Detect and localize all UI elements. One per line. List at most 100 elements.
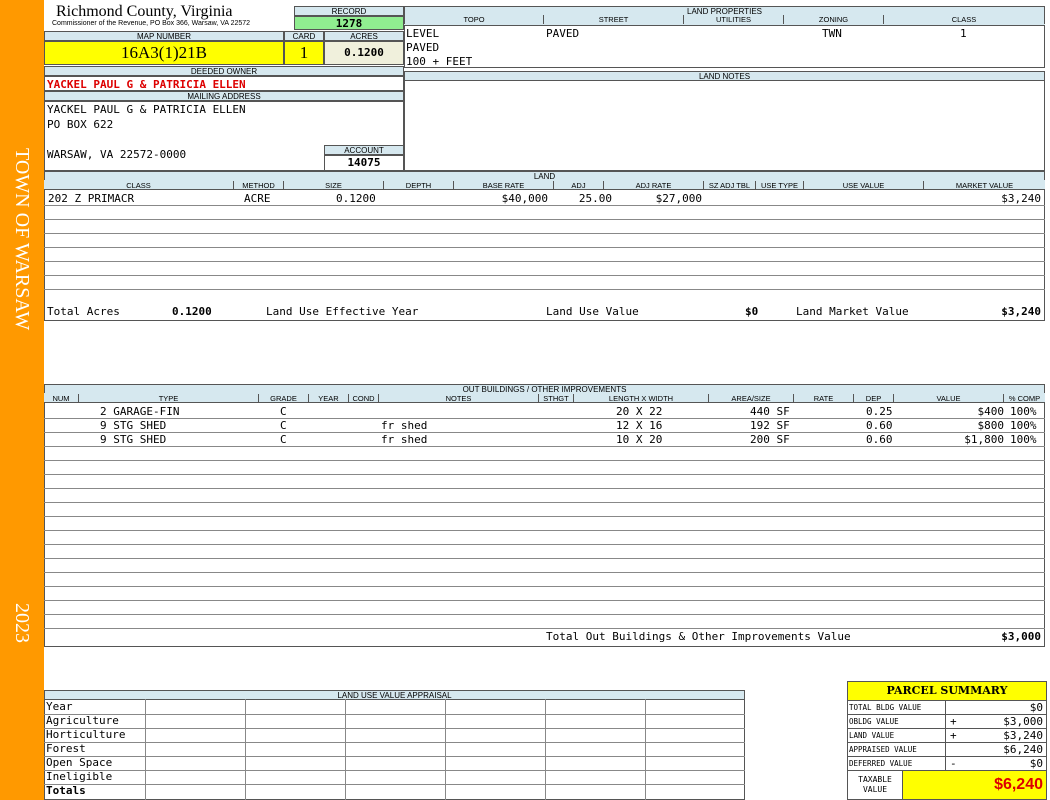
land-row-class: 202 Z PRIMACR bbox=[48, 192, 135, 205]
record-number: 1278 bbox=[294, 16, 404, 30]
land-row-line bbox=[44, 247, 1045, 248]
ob-row-area: 200 SF bbox=[750, 433, 790, 446]
acres-value: 0.1200 bbox=[324, 41, 404, 65]
col-zoning: ZONING bbox=[784, 15, 884, 24]
summary-row-label: TOTAL BLDG VALUE bbox=[848, 701, 946, 714]
county-title: Richmond County, Virginia bbox=[56, 3, 233, 20]
land-row-line bbox=[44, 275, 1045, 276]
ob-row-line bbox=[44, 628, 1045, 629]
ob-row-lw: 10 X 20 bbox=[616, 433, 663, 446]
ob-col-num: NUM bbox=[44, 394, 79, 403]
ob-row-line bbox=[44, 516, 1045, 517]
map-number: 16A3(1)21B bbox=[44, 41, 284, 65]
summary-row: LAND VALUE + $3,240 bbox=[848, 729, 1046, 743]
topo-1: LEVEL bbox=[406, 27, 440, 40]
ob-row-notes: fr shed bbox=[381, 433, 428, 446]
land-row-line bbox=[44, 289, 1045, 290]
land-use-row-label: Totals bbox=[46, 784, 86, 797]
taxable-value: $6,240 bbox=[903, 771, 1046, 799]
ob-row-comp: 100% bbox=[1010, 433, 1037, 446]
summary-row: TOTAL BLDG VALUE $0 bbox=[848, 701, 1046, 715]
ob-col-grade: GRADE bbox=[259, 394, 309, 403]
total-acres-label: Total Acres bbox=[47, 305, 120, 318]
land-col-depth: DEPTH bbox=[384, 181, 454, 190]
ob-row-lw: 20 X 22 bbox=[616, 405, 663, 418]
col-class: CLASS bbox=[884, 15, 1045, 24]
ob-row-grade: C bbox=[280, 419, 287, 432]
land-row-line bbox=[44, 219, 1045, 220]
land-use-row-label: Ineligible bbox=[46, 770, 113, 783]
land-col-use-type: USE TYPE bbox=[756, 181, 804, 190]
col-street: STREET bbox=[544, 15, 684, 24]
summary-row-value: $3,000 bbox=[1003, 715, 1043, 728]
summary-row-sign: + bbox=[950, 729, 957, 742]
ob-row-grade: C bbox=[280, 405, 287, 418]
topo-3: 100 + FEET bbox=[406, 55, 473, 68]
land-row-line bbox=[44, 233, 1045, 234]
land-col-sz-adj: SZ ADJ TBL bbox=[704, 181, 756, 190]
ob-row-line bbox=[44, 572, 1045, 573]
sidebar: TOWN OF WARSAW 2023 bbox=[0, 0, 44, 800]
land-use-col-line bbox=[345, 699, 346, 800]
land-use-row-line bbox=[44, 756, 745, 757]
land-use-row-label: Year bbox=[46, 700, 73, 713]
land-row-method: ACRE bbox=[244, 192, 271, 205]
ob-col-lw: LENGTH X WIDTH bbox=[574, 394, 709, 403]
address-line-1: YACKEL PAUL G & PATRICIA ELLEN bbox=[47, 103, 246, 116]
land-row-line bbox=[44, 205, 1045, 206]
land-col-market-value: MARKET VALUE bbox=[955, 181, 1014, 190]
effective-year-label: Land Use Effective Year bbox=[266, 305, 419, 318]
account-header: ACCOUNT bbox=[324, 145, 404, 155]
summary-row-label: LAND VALUE bbox=[848, 729, 946, 742]
summary-row: OBLDG VALUE + $3,000 bbox=[848, 715, 1046, 729]
ob-col-sthgt: STHGT bbox=[539, 394, 574, 403]
ob-row-area: 192 SF bbox=[750, 419, 790, 432]
land-row-size: 0.1200 bbox=[336, 192, 376, 205]
deeded-owner-header: DEEDED OWNER bbox=[44, 66, 404, 76]
ob-row-comp: 100% bbox=[1010, 405, 1037, 418]
summary-row-label: APPRAISED VALUE bbox=[848, 743, 946, 756]
zoning-value: TWN bbox=[822, 27, 842, 40]
ob-col-area: AREA/SIZE bbox=[709, 394, 794, 403]
card-header: CARD bbox=[284, 31, 324, 41]
summary-row-value: $3,240 bbox=[1003, 729, 1043, 742]
land-market-value: $3,240 bbox=[1001, 305, 1041, 318]
land-use-col-line bbox=[145, 699, 146, 800]
deeded-owner-box: YACKEL PAUL G & PATRICIA ELLEN bbox=[44, 76, 404, 91]
ob-row-value: $400 bbox=[977, 405, 1005, 418]
ob-col-notes: NOTES bbox=[379, 394, 539, 403]
mailing-address-header: MAILING ADDRESS bbox=[44, 91, 404, 101]
land-row-adj-rate: $27,000 bbox=[655, 192, 702, 205]
ob-col-year: YEAR bbox=[309, 394, 349, 403]
map-number-header: MAP NUMBER bbox=[44, 31, 284, 41]
acres-header: ACRES bbox=[324, 31, 404, 41]
taxable-label: TAXABLE VALUE bbox=[848, 771, 903, 799]
land-notes-box bbox=[404, 80, 1045, 171]
record-header: RECORD bbox=[294, 6, 404, 16]
ob-row-notes: fr shed bbox=[381, 419, 428, 432]
land-use-row-label: Agriculture bbox=[46, 714, 119, 727]
land-col-adj: ADJ bbox=[554, 181, 604, 190]
land-use-row-line bbox=[44, 770, 745, 771]
col-utilities: UTILITIES bbox=[684, 15, 784, 24]
ob-row-line bbox=[44, 586, 1045, 587]
summary-row-value: $6,240 bbox=[1003, 743, 1043, 756]
land-use-row-line bbox=[44, 714, 745, 715]
ob-row-type: 2 GARAGE-FIN bbox=[100, 405, 180, 418]
land-col-base-rate: BASE RATE bbox=[454, 181, 554, 190]
ob-row-area: 440 SF bbox=[750, 405, 790, 418]
summary-row-sign: + bbox=[950, 715, 957, 728]
land-market-value-label: Land Market Value bbox=[796, 305, 909, 318]
col-topo: TOPO bbox=[404, 15, 544, 24]
ob-total-value: $3,000 bbox=[1001, 630, 1041, 643]
summary-row-sign: - bbox=[950, 757, 957, 770]
land-use-value-label: Land Use Value bbox=[546, 305, 639, 318]
ob-row-line bbox=[44, 460, 1045, 461]
summary-row-label: DEFERRED VALUE bbox=[848, 757, 946, 770]
land-use-row-line bbox=[44, 784, 745, 785]
ob-col-dep: DEP bbox=[854, 394, 894, 403]
land-col-size: SIZE bbox=[284, 181, 384, 190]
ob-col-comp: % COMP bbox=[1008, 394, 1041, 403]
town-label: TOWN OF WARSAW bbox=[11, 148, 33, 331]
land-use-col-line bbox=[645, 699, 646, 800]
